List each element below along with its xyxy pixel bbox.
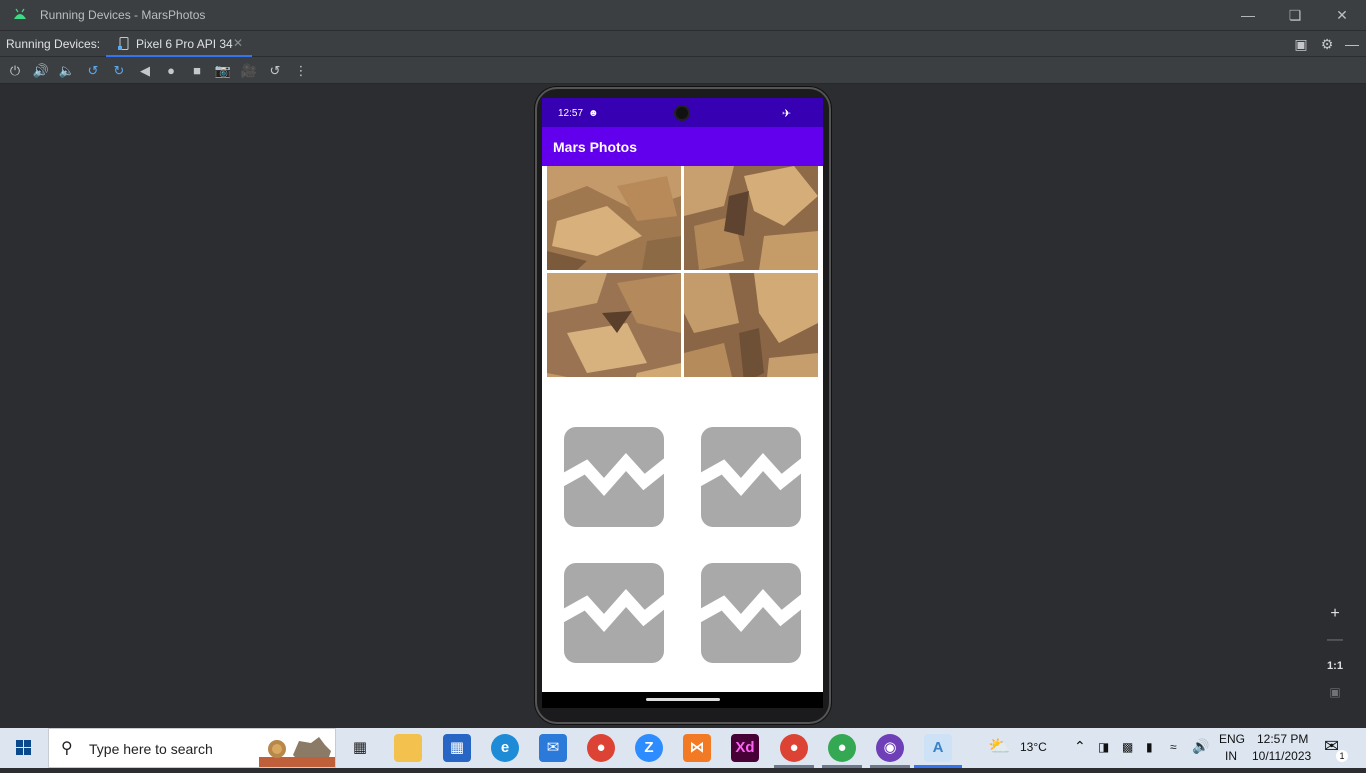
windows-start-button[interactable]: [0, 728, 48, 768]
android-studio-taskbar-icon[interactable]: A: [924, 734, 952, 762]
github-desktop-icon[interactable]: ◉: [876, 734, 904, 762]
minimize-button[interactable]: —: [1238, 5, 1258, 25]
android-studio-icon: [14, 8, 26, 19]
mars-photo[interactable]: [547, 166, 681, 270]
actual-size-button[interactable]: 1:1: [1322, 655, 1348, 677]
tab-pixel-6-pro[interactable]: Pixel 6 Pro API 34 ✕: [106, 31, 252, 57]
fit-screen-icon[interactable]: ▣: [1322, 681, 1348, 703]
close-window-button[interactable]: ✕: [1332, 5, 1352, 25]
wifi-icon[interactable]: ≈: [1170, 740, 1177, 754]
front-camera: [674, 105, 690, 121]
xampp-icon[interactable]: ⋈: [683, 734, 711, 762]
meet-now-icon[interactable]: ◨: [1098, 740, 1109, 754]
search-highlight-illustration: [259, 737, 335, 767]
search-icon: ⚲: [61, 740, 73, 757]
language-bottom[interactable]: IN: [1225, 749, 1237, 763]
weather-temp[interactable]: 13°C: [1020, 740, 1047, 754]
broken-image-icon: [701, 427, 801, 527]
running-devices-label: Running Devices:: [6, 37, 101, 51]
chevron-up-icon[interactable]: ⌃: [1074, 738, 1086, 755]
file-explorer-icon[interactable]: [394, 734, 422, 762]
mars-rock-photo-1: [547, 166, 681, 270]
more-options-icon[interactable]: ⋮: [291, 61, 311, 81]
airplane-mode-icon: ✈: [782, 108, 792, 120]
notification-badge: 1: [1336, 750, 1348, 762]
volume-down-icon[interactable]: 🔈: [57, 61, 77, 81]
edge-icon[interactable]: e: [491, 734, 519, 762]
status-time: 12:57: [558, 108, 584, 119]
zoom-in-icon[interactable]: +: [1322, 603, 1348, 625]
device-icon[interactable]: ▩: [1122, 740, 1133, 754]
back-icon[interactable]: ◀: [135, 61, 155, 81]
broken-image-icon: [564, 427, 664, 527]
phone-icon: [118, 37, 129, 50]
volume-up-icon[interactable]: 🔊: [31, 61, 51, 81]
clock-time[interactable]: 12:57 PM: [1257, 732, 1308, 746]
app-bar: Mars Photos: [542, 127, 823, 166]
mars-photo[interactable]: [684, 273, 818, 377]
reset-icon[interactable]: ↺: [265, 61, 285, 81]
mars-photo[interactable]: [684, 166, 818, 270]
broken-image-icon: [564, 563, 664, 663]
zoom-controls: + — 1:1 ▣: [1322, 600, 1348, 706]
chrome-profile-2-icon[interactable]: ●: [828, 734, 856, 762]
restore-button[interactable]: ❏: [1285, 5, 1305, 25]
gear-icon[interactable]: ⚙: [1318, 35, 1336, 53]
language-top[interactable]: ENG: [1219, 732, 1245, 746]
overview-icon[interactable]: ■: [187, 61, 207, 81]
window-title: Running Devices - MarsPhotos: [40, 8, 206, 22]
app-title: Mars Photos: [553, 139, 638, 155]
screen-record-icon[interactable]: 🎥: [239, 61, 259, 81]
rotate-right-icon[interactable]: ↻: [109, 61, 129, 81]
device-screen[interactable]: 12:57 ☻ ✈ Mars Photos: [542, 98, 823, 708]
microsoft-store-icon[interactable]: ▦: [443, 734, 471, 762]
windows-taskbar: ⚲ Type here to search ▦ ▦ e ✉ ● Z ⋈ Xd ●…: [0, 728, 1366, 768]
hide-panel-icon[interactable]: —: [1343, 35, 1361, 53]
mars-photo[interactable]: [547, 273, 681, 377]
weather-icon[interactable]: ⛅: [988, 736, 1010, 757]
running-devices-tab-row: Running Devices: Pixel 6 Pro API 34 ✕ ▣ …: [0, 30, 1366, 57]
clock-date[interactable]: 10/11/2023: [1252, 749, 1311, 763]
power-icon[interactable]: ⏻: [5, 61, 25, 81]
broken-image-icon: [701, 563, 801, 663]
home-icon[interactable]: ●: [161, 61, 181, 81]
layout-toggle-icon[interactable]: ▣: [1292, 35, 1310, 53]
zoom-app-icon[interactable]: Z: [635, 734, 663, 762]
search-placeholder: Type here to search: [89, 741, 213, 757]
chrome-icon[interactable]: ●: [587, 734, 615, 762]
mars-rock-photo-4: [684, 273, 818, 377]
adobe-xd-icon[interactable]: Xd: [731, 734, 759, 762]
notification-icon: ☻: [588, 108, 599, 119]
rotate-left-icon[interactable]: ↺: [83, 61, 103, 81]
title-bar: Running Devices - MarsPhotos — ❏ ✕: [0, 0, 1366, 30]
volume-icon[interactable]: 🔊: [1192, 738, 1209, 755]
device-toolbar: ⏻ 🔊 🔈 ↺ ↻ ◀ ● ■ 📷 🎥 ↺ ⋮: [0, 57, 1366, 84]
tab-label: Pixel 6 Pro API 34: [136, 37, 233, 51]
battery-icon[interactable]: ▮: [1146, 740, 1153, 754]
status-bar: 12:57 ☻ ✈: [542, 98, 823, 127]
mars-rock-photo-3: [547, 273, 681, 377]
task-view-icon[interactable]: ▦: [346, 734, 374, 762]
mars-rock-photo-2: [684, 166, 818, 270]
tab-close-icon[interactable]: ✕: [233, 36, 243, 50]
home-gesture-pill[interactable]: [646, 698, 720, 701]
mail-icon[interactable]: ✉: [539, 734, 567, 762]
zoom-out-icon[interactable]: —: [1322, 629, 1348, 651]
gesture-nav-bar: [542, 692, 823, 708]
chrome-profile-icon[interactable]: ●: [780, 734, 808, 762]
screenshot-icon[interactable]: 📷: [213, 61, 233, 81]
taskbar-search-box[interactable]: ⚲ Type here to search: [48, 728, 336, 768]
